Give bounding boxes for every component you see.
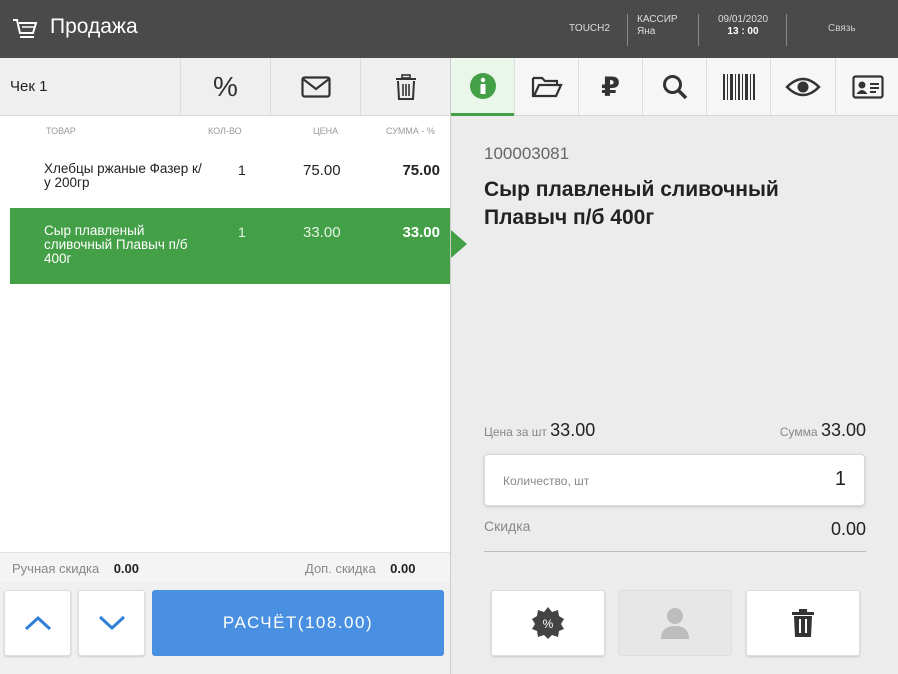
item-sum: 75.00 xyxy=(402,162,440,179)
discount-button[interactable]: % xyxy=(180,58,270,116)
tab-customer[interactable] xyxy=(835,58,898,116)
unit-price-value: 33.00 xyxy=(550,420,596,440)
item-sum: 33.00 xyxy=(402,224,440,241)
info-icon xyxy=(469,72,496,99)
eye-icon xyxy=(785,77,821,97)
discount-summary: Ручная скидка 0.00 Доп. скидка 0.00 xyxy=(0,552,450,582)
item-qty: 1 xyxy=(238,162,246,178)
column-header: ЦЕНА xyxy=(313,126,339,136)
manual-discount-value: 0.00 xyxy=(113,561,140,576)
extra-discount-label: Доп. скидка xyxy=(305,561,376,576)
barcode-icon xyxy=(722,74,755,100)
table-header: ТОВАР КОЛ-ВО ЦЕНА СУММА - % xyxy=(0,116,450,146)
cart-icon xyxy=(13,19,38,38)
table-row-selected[interactable]: Сыр плавленый сливочный Плавыч п/б 400г … xyxy=(10,208,450,284)
scroll-up-button[interactable] xyxy=(4,590,71,656)
top-bar: Продажа TOUCH2 КАССИР Яна 09/01/2020 13 … xyxy=(0,0,898,58)
delete-item-button[interactable] xyxy=(746,590,860,656)
sum-label: Сумма xyxy=(779,425,818,439)
manual-discount-label: Ручная скидка xyxy=(12,561,100,576)
tab-view[interactable] xyxy=(770,58,835,116)
terminal-name: TOUCH2 xyxy=(569,23,610,34)
quantity-value: 1 xyxy=(834,468,846,490)
item-discount-button[interactable]: % xyxy=(491,590,605,656)
check-title: Чек 1 xyxy=(10,78,48,95)
sum-value: 33.00 xyxy=(820,420,866,440)
divider xyxy=(698,14,699,46)
envelope-icon xyxy=(300,76,331,98)
tab-barcode[interactable] xyxy=(706,58,770,116)
svg-text:%: % xyxy=(543,617,554,631)
tab-bar: ₽ xyxy=(451,58,898,116)
divider xyxy=(786,14,787,46)
quantity-label: Количество, шт xyxy=(503,474,590,488)
cashier-label: КАССИР xyxy=(637,14,678,25)
chevron-down-icon xyxy=(98,615,125,631)
date-time: 09/01/2020 13 : 00 xyxy=(710,14,776,38)
connection-link[interactable]: Связь xyxy=(828,23,856,34)
trash-icon xyxy=(792,609,814,637)
table-row[interactable]: Хлебцы ржаные Фазер к/у 200гр 1 75.00 75… xyxy=(10,146,450,208)
tab-search[interactable] xyxy=(642,58,706,116)
selection-pointer xyxy=(451,230,467,258)
extra-discount-value: 0.00 xyxy=(390,561,416,576)
bottom-actions: РАСЧЁТ(108.00) xyxy=(0,582,450,674)
divider xyxy=(627,14,628,46)
date-text: 09/01/2020 xyxy=(717,14,769,25)
receipt-items: Хлебцы ржаные Фазер к/у 200гр 1 75.00 75… xyxy=(10,146,450,284)
page-title: Продажа xyxy=(50,15,138,38)
quantity-field[interactable]: Количество, шт 1 xyxy=(484,454,865,506)
check-toolbar: Чек 1 % xyxy=(0,58,450,116)
send-button[interactable] xyxy=(270,58,360,116)
item-name: Хлебцы ржаные Фазер к/у 200гр xyxy=(44,161,202,190)
trash-icon xyxy=(395,74,416,100)
pay-button[interactable]: РАСЧЁТ(108.00) xyxy=(152,590,444,656)
price-sum-line: Цена за шт 33.00 Сумма 33.00 xyxy=(484,420,866,441)
discount-line: Скидка 0.00 xyxy=(484,518,866,552)
extra-discount: Доп. скидка 0.00 xyxy=(305,561,415,576)
assign-customer-button[interactable] xyxy=(618,590,732,656)
search-icon xyxy=(662,75,687,100)
column-header: ТОВАР xyxy=(46,126,76,136)
contact-card-icon xyxy=(851,75,884,99)
item-detail-panel: ₽ 100003081 Сыр плавленый сливочный Плав… xyxy=(450,58,898,674)
cashier-name: Яна xyxy=(637,26,656,37)
column-header: СУММА - % xyxy=(386,126,435,136)
discount-badge-icon: % xyxy=(532,607,564,639)
percent-icon: % xyxy=(213,71,238,102)
tab-price[interactable]: ₽ xyxy=(578,58,642,116)
item-code: 100003081 xyxy=(484,144,570,163)
item-title: Сыр плавленый сливочный Плавыч п/б 400г xyxy=(484,178,779,229)
manual-discount: Ручная скидка 0.00 xyxy=(12,561,139,576)
person-icon xyxy=(661,608,689,639)
column-header: КОЛ-ВО xyxy=(208,126,242,136)
time-text: 13 : 00 xyxy=(727,26,759,37)
scroll-down-button[interactable] xyxy=(78,590,145,656)
item-qty: 1 xyxy=(238,224,246,240)
discount-label: Скидка xyxy=(484,518,531,534)
cashier-info: КАССИР Яна xyxy=(637,14,678,38)
chevron-up-icon xyxy=(24,615,51,631)
item-name: Сыр плавленый сливочный Плавыч п/б 400г xyxy=(44,223,188,266)
delete-check-button[interactable] xyxy=(360,58,450,116)
discount-value: 0.00 xyxy=(830,519,866,539)
ruble-icon: ₽ xyxy=(601,71,620,102)
receipt-panel: Чек 1 % ТОВАР КОЛ-ВО ЦЕНА СУММА - % Хлеб… xyxy=(0,58,450,674)
tab-catalog[interactable] xyxy=(514,58,578,116)
item-price: 75.00 xyxy=(303,162,341,179)
tab-info[interactable] xyxy=(451,58,514,116)
unit-price-label: Цена за шт xyxy=(484,425,547,439)
item-price: 33.00 xyxy=(303,224,341,241)
folder-icon xyxy=(531,76,563,98)
